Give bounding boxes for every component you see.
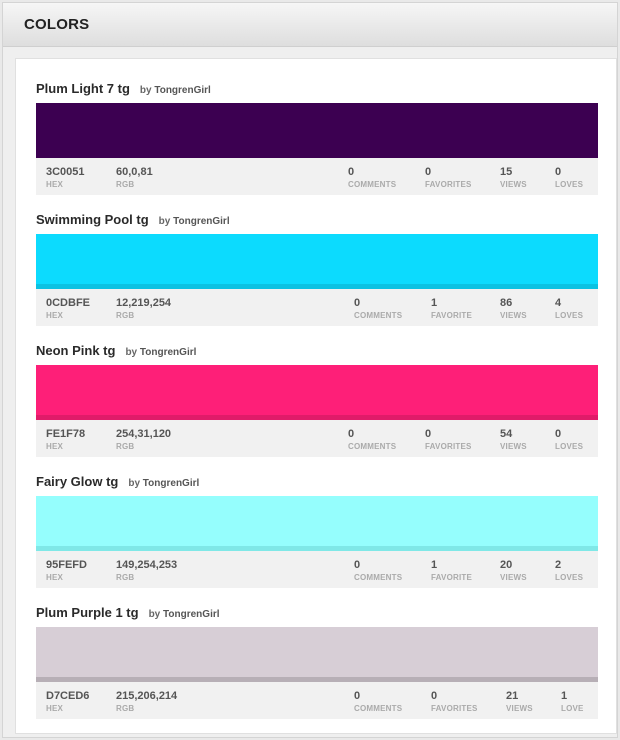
color-title-link[interactable]: Swimming Pool tg [36, 212, 149, 227]
comments-stat[interactable]: 0 COMMENTS [354, 559, 402, 584]
author-link[interactable]: TongrenGirl [140, 347, 196, 358]
color-card: Plum Purple 1 tg by TongrenGirl D7CED6 HE… [36, 605, 598, 719]
views-stat: 20 VIEWS [500, 559, 527, 582]
loves-stat[interactable]: 1 LOVE [561, 690, 584, 715]
color-swatch[interactable] [36, 365, 598, 415]
comments-stat[interactable]: 0 COMMENTS [348, 428, 396, 453]
views-stat: 86 VIEWS [500, 297, 527, 320]
views-stat: 21 VIEWS [506, 690, 533, 713]
color-title-link[interactable]: Plum Purple 1 tg [36, 605, 139, 620]
author-link[interactable]: TongrenGirl [173, 216, 229, 227]
byline: by TongrenGirl [158, 216, 230, 227]
byline: by TongrenGirl [148, 609, 220, 620]
color-title-link[interactable]: Fairy Glow tg [36, 474, 118, 489]
loves-stat[interactable]: 0 LOVES [555, 166, 583, 191]
rgb-stat: 149,254,253 RGB [116, 559, 178, 582]
color-stats: FE1F78 HEX 254,31,120 RGB 0 COMMENTS 0 FAVOR… [36, 420, 598, 457]
color-list: Plum Light 7 tg by TongrenGirl 3C0051 HEX… [15, 58, 617, 734]
byline: by TongrenGirl [139, 85, 211, 96]
byline: by TongrenGirl [125, 347, 197, 358]
author-link[interactable]: TongrenGirl [154, 85, 210, 96]
loves-stat[interactable]: 0 LOVES [555, 428, 583, 453]
hex-stat: D7CED6 HEX [46, 690, 90, 713]
color-swatch[interactable] [36, 234, 598, 284]
favorites-stat[interactable]: 1 FAVORITE [431, 297, 472, 322]
hex-stat: 3C0051 HEX [46, 166, 85, 189]
color-swatch[interactable] [36, 103, 598, 153]
colors-widget: COLORS Plum Light 7 tg by TongrenGirl 3C… [2, 2, 618, 738]
widget-title: COLORS [24, 16, 90, 33]
loves-stat[interactable]: 4 LOVES [555, 297, 583, 322]
comments-stat[interactable]: 0 COMMENTS [354, 297, 402, 322]
comments-stat[interactable]: 0 COMMENTS [354, 690, 402, 715]
color-stats: 95FEFD HEX 149,254,253 RGB 0 COMMENTS 1 FAVO… [36, 551, 598, 588]
color-card: Fairy Glow tg by TongrenGirl 95FEFD HEX 1… [36, 474, 598, 588]
widget-header: COLORS [3, 3, 617, 47]
color-card: Neon Pink tg by TongrenGirl FE1F78 HEX 25… [36, 343, 598, 457]
rgb-stat: 215,206,214 RGB [116, 690, 178, 713]
views-stat: 15 VIEWS [500, 166, 527, 189]
color-stats: 0CDBFE HEX 12,219,254 RGB 0 COMMENTS 1 FAVOR… [36, 289, 598, 326]
color-stats: 3C0051 HEX 60,0,81 RGB 0 COMMENTS 0 FAVORITE… [36, 158, 598, 195]
favorites-stat[interactable]: 0 FAVORITES [425, 166, 472, 191]
rgb-stat: 12,219,254 RGB [116, 297, 172, 320]
color-card: Plum Light 7 tg by TongrenGirl 3C0051 HEX… [36, 81, 598, 195]
loves-stat[interactable]: 2 LOVES [555, 559, 583, 584]
author-link[interactable]: TongrenGirl [163, 609, 219, 620]
color-swatch[interactable] [36, 496, 598, 546]
color-swatch[interactable] [36, 627, 598, 677]
color-stats: D7CED6 HEX 215,206,214 RGB 0 COMMENTS 0 FAVO… [36, 682, 598, 719]
byline: by TongrenGirl [128, 478, 200, 489]
rgb-stat: 254,31,120 RGB [116, 428, 172, 451]
views-stat: 54 VIEWS [500, 428, 527, 451]
hex-stat: 0CDBFE HEX [46, 297, 91, 320]
color-card: Swimming Pool tg by TongrenGirl 0CDBFE HE… [36, 212, 598, 326]
hex-stat: FE1F78 HEX [46, 428, 86, 451]
favorites-stat[interactable]: 1 FAVORITE [431, 559, 472, 584]
hex-stat: 95FEFD HEX [46, 559, 87, 582]
favorites-stat[interactable]: 0 FAVORITES [431, 690, 478, 715]
comments-stat[interactable]: 0 COMMENTS [348, 166, 396, 191]
color-title-link[interactable]: Plum Light 7 tg [36, 81, 130, 96]
rgb-stat: 60,0,81 RGB [116, 166, 153, 189]
favorites-stat[interactable]: 0 FAVORITES [425, 428, 472, 453]
color-title-link[interactable]: Neon Pink tg [36, 343, 115, 358]
author-link[interactable]: TongrenGirl [143, 478, 199, 489]
